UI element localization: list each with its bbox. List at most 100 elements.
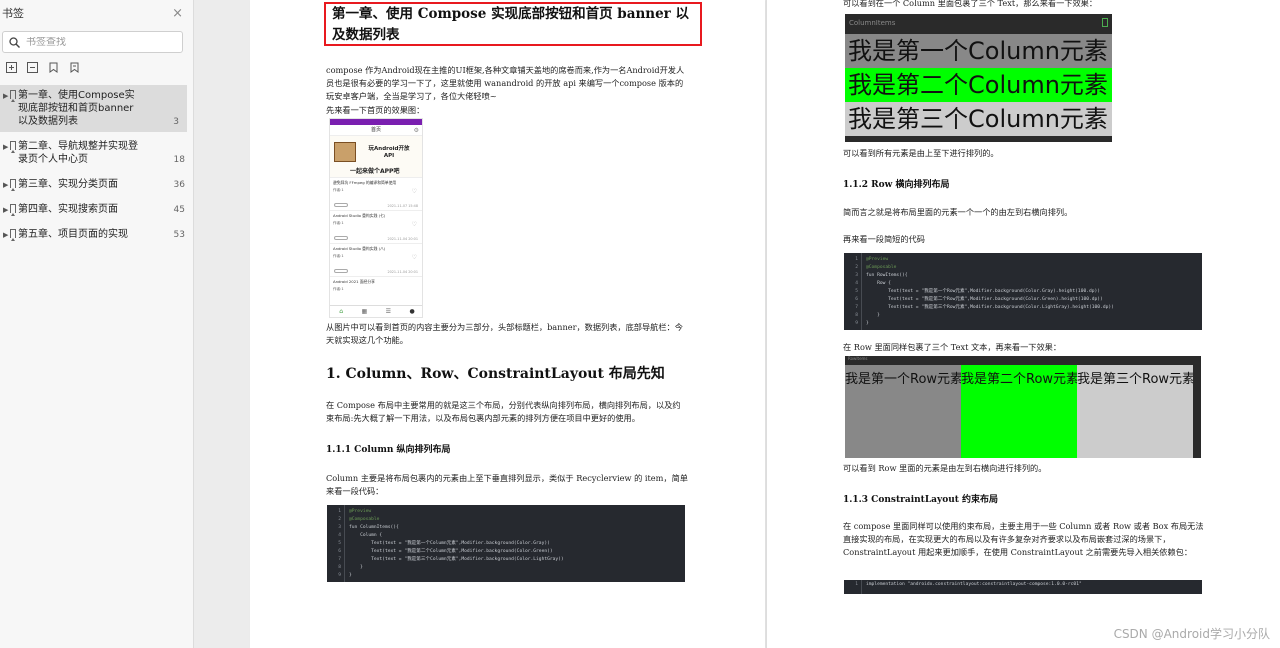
bookmark-item-ch3[interactable]: ▶ 第三章、实现分类页面 36: [0, 174, 193, 195]
bookmark-icon: [10, 204, 16, 216]
constraint-paragraph: 在 compose 里面同样可以使用约束布局，主要主用于一些 Column 或者…: [843, 521, 1204, 557]
expand-arrow-icon[interactable]: ▶: [3, 229, 8, 242]
code-line: 2 @Composable: [855, 265, 897, 270]
code-line: 1 @Preview: [855, 257, 889, 262]
code-block-column: 1 @Preview 2 @Composable 3 fun ColumnItems(…: [327, 505, 685, 582]
column-item-1: 我是第一个Column元素: [845, 34, 1112, 68]
code-line: 7 Text(text = "我是第三个Column元素",Modifier.b…: [338, 557, 564, 562]
code-line: 6 Text(text = "我是第二个Column元素",Modifier.b…: [338, 549, 553, 554]
subsection-heading-row: 1.1.2 Row 横向排列布局: [843, 180, 950, 190]
bookmark-sidebar: 书签 × ▶ 第一章、使用Compose实现底部按钮和首页banner以及数据列…: [0, 0, 194, 648]
bookmark-icon: [10, 229, 16, 241]
watermark: CSDN @Android学习小分队: [1113, 627, 1270, 641]
close-icon[interactable]: ×: [172, 6, 183, 21]
bookmark-page: 3: [173, 117, 179, 127]
expand-arrow-icon[interactable]: ▶: [3, 204, 8, 217]
intro-paragraph: compose 作为Android现在主推的UI框架,各种文章铺天盖地的席卷而来…: [326, 65, 685, 101]
add-bookmark-icon[interactable]: [47, 61, 60, 74]
pdf-reader-window: 书签 × ▶ 第一章、使用Compose实现底部按钮和首页banner以及数据列…: [0, 0, 1280, 648]
chapter-title: 第一章、使用 Compose 实现底部按钮和首页 banner 以及数据列表: [324, 2, 702, 46]
bookmark-label: 第二章、导航规整并实现登录页个人中心页: [18, 141, 138, 165]
grid-icon: ▦: [361, 308, 368, 315]
heart-icon: ♡: [411, 254, 417, 261]
bookmark-page: 45: [173, 205, 185, 215]
bookmark-item-ch4[interactable]: ▶ 第四章、实现搜索页面 45: [0, 199, 193, 220]
section-paragraph: 在 Compose 布局中主要常用的就是这三个布局，分别代表纵向排列布局，横向排…: [326, 400, 681, 423]
list-item: Android Studio 重构实践 (七) 作者:1 ♡ 2021-11-0…: [330, 211, 422, 244]
search-icon: [9, 36, 20, 48]
bookmark-item-ch5[interactable]: ▶ 第五章、项目页面的实现 53: [0, 224, 193, 245]
code-line: 4 Column {: [338, 533, 383, 538]
bookmark-icon: [10, 179, 16, 191]
subsection-heading: 1.1.1 Column 纵向排列布局: [326, 445, 451, 455]
code-block-row: 1 @Preview 2 @Composable 3 fun RowItems(){ …: [844, 253, 1202, 330]
card-title: Android Studio 重构实践 (八): [333, 246, 386, 251]
card-tag: [334, 203, 348, 207]
code-line: 7 Text(text = "我是第三个Row元素",Modifier.back…: [855, 305, 1114, 310]
preview-label: RowItems: [845, 356, 1201, 365]
card-author: 作者:1: [333, 221, 344, 225]
subsection-heading-constraint: 1.1.3 ConstraintLayout 约束布局: [843, 495, 999, 505]
code-line: 3 fun ColumnItems(){: [338, 525, 399, 530]
row-demo-intro: 在 Row 里面同样包裹了三个 Text 文本，再来看一下效果：: [843, 342, 1062, 352]
phone-title: 首页: [370, 127, 381, 133]
row-demo-render: RowItems 我是第一个Row元素 我是第二个Row元素 我是第三个Row元…: [845, 356, 1201, 458]
collapse-all-icon[interactable]: [26, 61, 39, 74]
after-row-paragraph: 可以看到 Row 里面的元素是由左到右横向进行排列的。: [843, 463, 1047, 473]
expand-arrow-icon[interactable]: ▶: [3, 141, 8, 154]
sidebar-title: 书签: [2, 7, 24, 20]
bookmark-icon: [10, 90, 16, 102]
card-title: 避免踩坑 FFmpeg 的编译和简单使用: [333, 180, 397, 185]
bookmark-list: ▶ 第一章、使用Compose实现底部按钮和首页banner以及数据列表 3 ▶…: [0, 85, 193, 245]
bookmark-toolbar: [0, 53, 193, 83]
subsection-paragraph: Column 主要是将布局包裹内的元素由上至下垂直排列显示，类似于 Recycl…: [326, 473, 688, 496]
row-item-2: 我是第二个Row元素: [961, 365, 1077, 458]
intro-paragraph-2: 先来看一下首页的效果图：: [326, 105, 425, 115]
column-demo-render: ColumnItems 我是第一个Column元素 我是第二个Column元素 …: [845, 14, 1112, 142]
code-line: 1 implementation "androidx.constraintlayo…: [855, 582, 1082, 587]
user-icon: ●: [409, 308, 415, 315]
bookmark-label: 第四章、实现搜索页面: [18, 204, 118, 215]
bookmark-page: 18: [173, 155, 185, 165]
banner-line-2: 一起来做个APP吧: [350, 168, 400, 175]
card-author: 作者:1: [333, 188, 344, 192]
code-line: 8 }: [855, 313, 880, 318]
bookmark-label: 第一章、使用Compose实现底部按钮和首页banner以及数据列表: [18, 90, 135, 127]
card-title: Android Studio 重构实践 (七): [333, 213, 386, 218]
document-viewport[interactable]: 第一章、使用 Compose 实现底部按钮和首页 banner 以及数据列表 c…: [194, 0, 1280, 648]
card-date: 2021-11-04 20:01: [387, 237, 418, 241]
page-left: 第一章、使用 Compose 实现底部按钮和首页 banner 以及数据列表 c…: [250, 0, 765, 648]
code-line: 6 Text(text = "我是第二个Row元素",Modifier.back…: [855, 297, 1103, 302]
row-paragraph: 简而言之就是将布局里面的元素一个一个的由左到右横向排列。: [843, 207, 1073, 217]
after-column-paragraph: 可以看到所有元素是由上至下进行排列的。: [843, 148, 999, 158]
card-title: Android 2021 面经分享: [333, 279, 375, 284]
bookmark-search-box[interactable]: [2, 31, 183, 53]
phone-title-bar: 首页 ⚙: [330, 125, 422, 136]
gear-icon: ⚙: [413, 127, 419, 134]
page-right: 可以看到在一个 Column 里面包裹了三个 Text，那么来看一下效果： Co…: [766, 0, 1280, 648]
device-icon: [1102, 18, 1108, 27]
bookmark-item-ch2[interactable]: ▶ 第二章、导航规整并实现登录页个人中心页 18: [0, 136, 193, 170]
expand-all-icon[interactable]: [5, 61, 18, 74]
preview-name: ColumnItems: [849, 19, 896, 27]
after-screenshot-paragraph: 从图片中可以看到首页的内容主要分为三部分，头部标题栏，banner，数据列表，底…: [326, 322, 683, 345]
bookmark-options-icon[interactable]: [68, 61, 81, 74]
bookmark-search-input[interactable]: [26, 36, 166, 48]
code-line: 2 @Composable: [338, 517, 380, 522]
section-heading: 1. Column、Row、ConstraintLayout 布局先知: [326, 366, 665, 382]
code-line: 3 fun RowItems(){: [855, 273, 908, 278]
bookmark-item-ch1[interactable]: ▶ 第一章、使用Compose实现底部按钮和首页banner以及数据列表 3: [0, 85, 187, 132]
column-item-3: 我是第三个Column元素: [845, 102, 1112, 136]
expand-arrow-icon[interactable]: ▶: [3, 179, 8, 192]
expand-arrow-icon[interactable]: ▶: [3, 90, 8, 103]
list-item: 避免踩坑 FFmpeg 的编译和简单使用 作者:1 ♡ 2021-11-07 1…: [330, 178, 422, 211]
bookmark-page: 53: [173, 230, 185, 240]
phone-banner: 玩Android开放API 一起来做个APP吧: [330, 136, 422, 178]
card-tag: [334, 236, 348, 240]
bookmark-label: 第五章、项目页面的实现: [18, 229, 128, 240]
card-author: 作者:1: [333, 254, 344, 258]
code-line: 5 Text(text = "我是第一个Column元素",Modifier.b…: [338, 541, 550, 546]
banner-line-1: 玩Android开放API: [368, 146, 410, 159]
code-line: 4 Row {: [855, 281, 891, 286]
code-block-dependency: 1 implementation "androidx.constraintlayo…: [844, 580, 1202, 594]
